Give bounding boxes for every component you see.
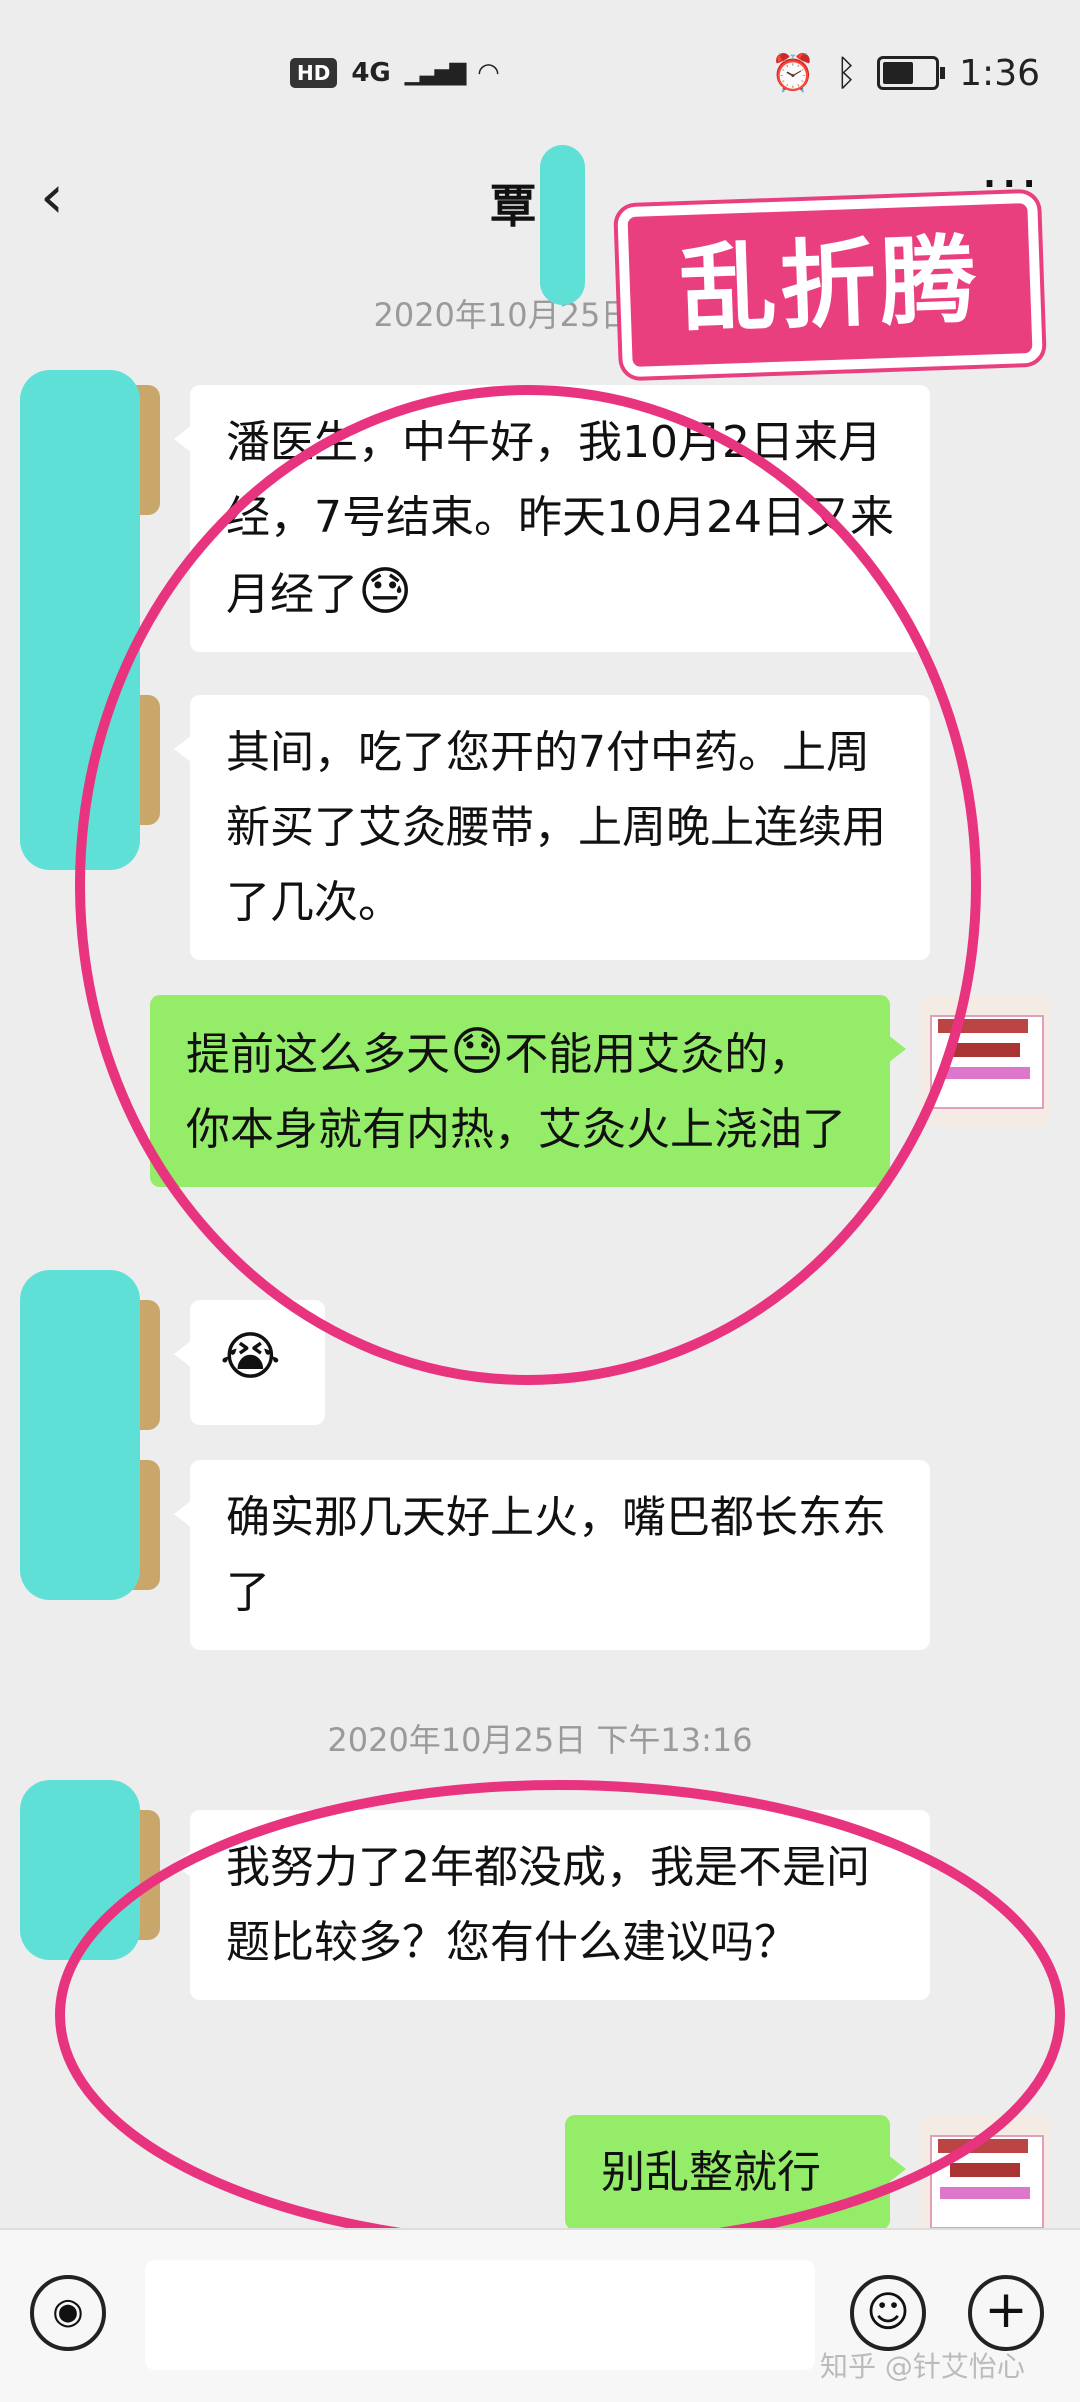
bluetooth-icon: ᛒ <box>835 52 858 94</box>
message-text: 提前这么多天 <box>186 1029 450 1080</box>
message-bubble-self[interactable]: 别乱整就行 <box>565 2115 906 2230</box>
watermark: 知乎 @针艾怡心 <box>820 2350 1025 2383</box>
message-bubble[interactable]: 其间，吃了您开的7付中药。上周新买了艾灸腰带，上周晚上连续用了几次。 <box>174 695 930 960</box>
sticker-text: 乱折腾 <box>678 223 982 347</box>
message-text: 我努力了2年都没成，我是不是问题比较多？您有什么建议吗？ <box>226 1842 870 1968</box>
redaction-mark <box>20 370 140 870</box>
smiley-icon[interactable]: ☺ <box>850 2275 926 2351</box>
signal-bars-icon: ▁▃▅▇ <box>404 60 467 86</box>
chat-title: 覃 <box>490 179 536 233</box>
status-time: 1:36 <box>959 52 1040 94</box>
redaction-mark <box>20 1780 140 1960</box>
status-right: ⏰ ᛒ 1:36 <box>770 52 1040 95</box>
wifi-icon: ◠ <box>478 58 499 88</box>
avatar-self[interactable] <box>920 2115 1050 2245</box>
annotation-sticker: 乱折腾 <box>617 192 1043 378</box>
message-text: 其间，吃了您开的7付中药。上周新买了艾灸腰带，上周晚上连续用了几次。 <box>226 727 886 928</box>
emoji: 😓 <box>358 562 413 622</box>
plus-icon[interactable]: + <box>968 2275 1044 2351</box>
message-bubble[interactable]: 潘医生，中午好，我10月2日来月经，7号结束。昨天10月24日又来月经了😓 <box>174 385 930 652</box>
redaction-mark <box>540 145 585 305</box>
battery-icon <box>877 56 946 90</box>
message-bubble[interactable]: 确实那几天好上火，嘴巴都长东东了 <box>174 1460 930 1650</box>
status-left: HD 4G ▁▃▅▇ ◠ <box>290 58 498 88</box>
message-bubble[interactable]: 😭 <box>174 1300 325 1425</box>
chevron-left-icon[interactable]: ‹ <box>40 162 64 232</box>
status-bar: HD 4G ▁▃▅▇ ◠ ⏰ ᛒ 1:36 <box>0 0 1080 150</box>
hd-icon: HD <box>290 58 338 88</box>
message-bubble-self[interactable]: 提前这么多天😓不能用艾灸的，你本身就有内热，艾灸火上浇油了 <box>150 995 906 1187</box>
timestamp: 2020年10月25日 下午13:16 <box>327 1721 753 1759</box>
message-bubble[interactable]: 我努力了2年都没成，我是不是问题比较多？您有什么建议吗？ <box>174 1810 930 2000</box>
avatar-self[interactable] <box>920 995 1050 1125</box>
emoji: 😭 <box>220 1327 281 1387</box>
redaction-mark <box>20 1270 140 1600</box>
alarm-icon: ⏰ <box>770 53 816 94</box>
message-text: 别乱整就行 <box>601 2147 821 2198</box>
message-text: 确实那几天好上火，嘴巴都长东东了 <box>226 1492 886 1618</box>
network-label: 4G <box>351 58 391 88</box>
voice-icon[interactable]: ◉ <box>30 2275 106 2351</box>
emoji: 😓 <box>450 1022 505 1082</box>
message-input[interactable] <box>145 2260 815 2370</box>
message-text: 潘医生，中午好，我10月2日来月经，7号结束。昨天10月24日又来月经了 <box>226 417 894 620</box>
